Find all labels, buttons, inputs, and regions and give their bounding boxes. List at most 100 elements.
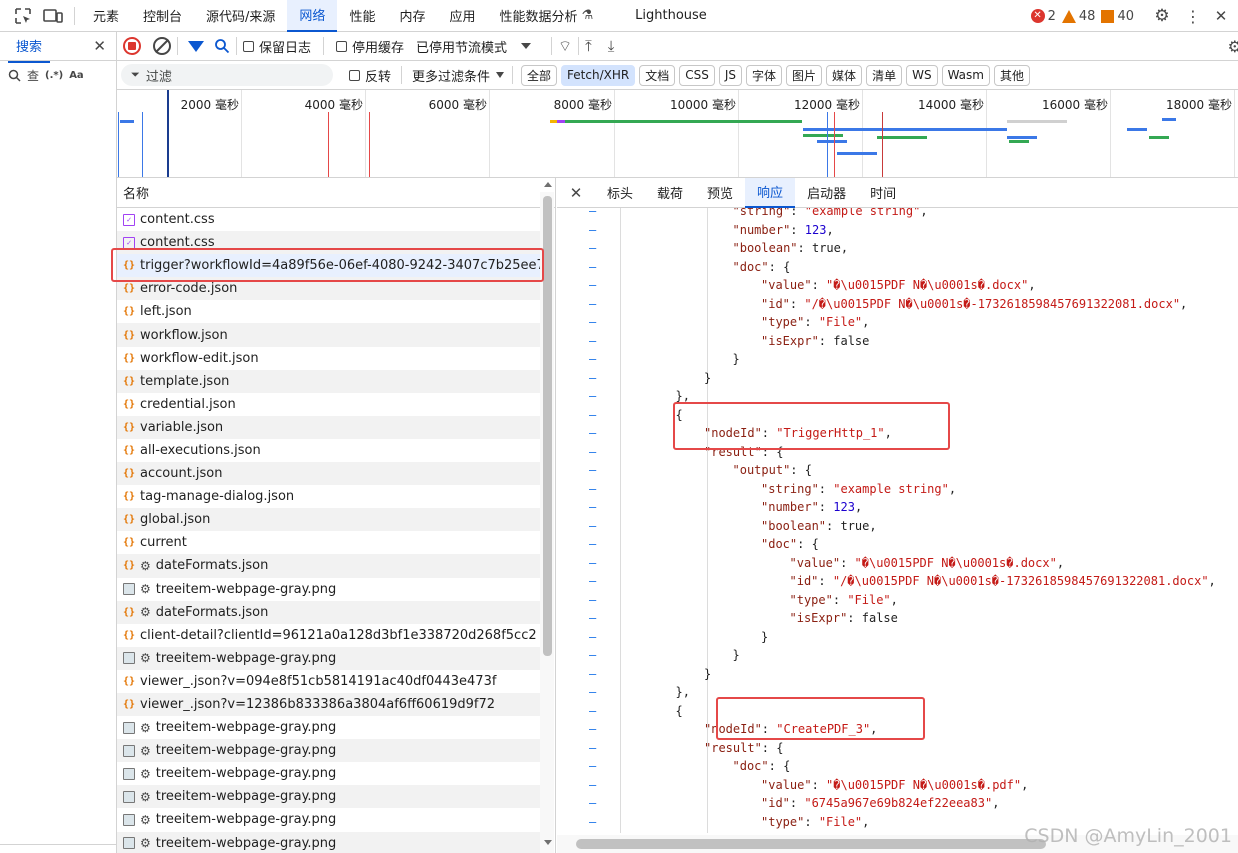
request-row[interactable]: {} template.json xyxy=(117,369,541,393)
filter-chip-7[interactable]: 媒体 xyxy=(826,64,863,86)
filter-input[interactable]: ⏷ 过滤 xyxy=(121,64,333,86)
panel-tab-8[interactable]: Lighthouse xyxy=(623,0,719,32)
request-row[interactable]: {} tag-manage-dialog.json xyxy=(117,485,541,508)
filter-icon[interactable] xyxy=(188,40,204,52)
detail-tab-5[interactable]: 时间 xyxy=(858,178,908,208)
invert-checkbox[interactable]: 反转 xyxy=(349,66,391,85)
close-search-icon[interactable]: ✕ xyxy=(93,37,106,55)
json-token: , xyxy=(1180,296,1188,311)
json-token: "doc" xyxy=(732,759,769,773)
panel-tab-2[interactable]: 源代码/来源 xyxy=(194,0,287,32)
gutter-marker: – xyxy=(589,740,597,755)
search-network-icon[interactable] xyxy=(214,38,230,54)
image-icon xyxy=(123,813,135,826)
request-row[interactable]: {} global.json xyxy=(117,508,541,532)
request-row[interactable]: {} viewer_.json?v=12386b833386a3804af6ff6… xyxy=(117,692,541,717)
request-row[interactable]: {} left.json xyxy=(117,300,541,323)
request-row[interactable]: {} variable.json xyxy=(117,415,541,439)
json-token: "�\u0015PDF N�\u0001s�.docx" xyxy=(826,278,1029,292)
request-row[interactable]: {} ⚙ dateFormats.json xyxy=(117,600,541,624)
more-filters-dropdown[interactable]: 更多过滤条件 xyxy=(412,66,505,85)
clear-icon[interactable] xyxy=(153,37,171,55)
scroll-up-arrow-icon[interactable] xyxy=(544,182,552,187)
preserve-log-checkbox[interactable]: 保留日志 xyxy=(243,37,311,56)
stop-recording-icon[interactable] xyxy=(123,37,141,55)
detail-tab-0[interactable]: 标头 xyxy=(595,178,645,208)
json-token: , xyxy=(1028,278,1036,292)
device-toolbar-icon[interactable] xyxy=(38,1,68,31)
request-list-scroll-thumb[interactable] xyxy=(543,196,552,656)
settings-gear-icon[interactable]: ⚙ xyxy=(1148,1,1176,31)
panel-tab-4[interactable]: 性能 xyxy=(337,0,387,32)
filter-chip-0[interactable]: 全部 xyxy=(521,64,558,86)
errors-count[interactable]: ✕ 2 xyxy=(1030,9,1056,24)
detail-tab-4[interactable]: 启动器 xyxy=(795,178,858,208)
request-row[interactable]: {} workflow-edit.json xyxy=(117,347,541,370)
filter-chip-3[interactable]: CSS xyxy=(679,64,715,86)
request-row[interactable]: ⚙ treeitem-webpage-gray.png xyxy=(117,716,541,739)
throttle-select[interactable]: 已停用节流模式 xyxy=(416,37,532,56)
filter-chip-5[interactable]: 字体 xyxy=(746,64,783,86)
name-column-header[interactable]: 名称 xyxy=(117,178,555,208)
inspect-element-icon[interactable] xyxy=(8,1,38,31)
filter-chip-4[interactable]: JS xyxy=(718,64,743,86)
network-conditions-icon[interactable]: ⌔ xyxy=(558,37,572,56)
fetch-xhr-icon: {} xyxy=(122,675,136,687)
filter-chip-11[interactable]: 其他 xyxy=(993,64,1030,86)
close-detail-icon[interactable]: ✕ xyxy=(557,184,595,202)
detail-tab-2[interactable]: 预览 xyxy=(695,178,745,208)
request-row[interactable]: ✓ content.css xyxy=(117,208,541,231)
filter-chip-9[interactable]: WS xyxy=(906,64,938,86)
request-row[interactable]: {} account.json xyxy=(117,462,541,486)
timeline-request-bar xyxy=(947,128,1007,131)
request-row[interactable]: {} current xyxy=(117,531,541,554)
request-row[interactable]: ⚙ treeitem-webpage-gray.png xyxy=(117,831,541,853)
request-row[interactable]: ⚙ treeitem-webpage-gray.png xyxy=(117,762,541,785)
filter-chip-1[interactable]: Fetch/XHR xyxy=(561,64,636,86)
scroll-down-arrow-icon[interactable] xyxy=(544,840,552,845)
filter-chip-2[interactable]: 文档 xyxy=(639,64,676,86)
panel-tab-6[interactable]: 应用 xyxy=(437,0,487,32)
panel-tab-0[interactable]: 元素 xyxy=(81,0,131,32)
response-hscroll-thumb[interactable] xyxy=(576,839,1046,849)
request-row[interactable]: ⚙ treeitem-webpage-gray.png xyxy=(117,739,541,763)
request-row[interactable]: ⚙ treeitem-webpage-gray.png xyxy=(117,808,541,831)
network-settings-icon[interactable]: ⚙ xyxy=(1228,37,1238,56)
request-row[interactable]: ✓ content.css xyxy=(117,231,541,255)
panel-tab-3[interactable]: 网络 xyxy=(287,0,338,32)
filter-chip-8[interactable]: 清单 xyxy=(866,64,903,86)
timeline-request-bar xyxy=(817,140,847,143)
request-row[interactable]: {} client-detail?clientId=96121a0a128d3bf… xyxy=(117,624,541,647)
request-row[interactable]: {} ⚙ dateFormats.json xyxy=(117,554,541,578)
search-tab[interactable]: 搜索 xyxy=(8,30,51,63)
request-row[interactable]: {} viewer_.json?v=094e8f51cb5814191ac40df… xyxy=(117,670,541,693)
match-case-toggle[interactable]: Aa xyxy=(69,70,84,81)
detail-tab-1[interactable]: 载荷 xyxy=(645,178,695,208)
issues-count[interactable]: 40 xyxy=(1101,9,1134,24)
request-name: workflow.json xyxy=(140,327,228,343)
response-viewer[interactable]: – "string": "example string", – "number": 1… xyxy=(557,208,1238,833)
request-row[interactable]: {} workflow.json xyxy=(117,323,541,347)
export-har-icon[interactable]: ⤓ xyxy=(608,37,615,55)
request-row[interactable]: {} trigger?workflowId=4a89f56e-06ef-4080-… xyxy=(117,254,541,278)
warnings-count[interactable]: 48 xyxy=(1061,9,1095,24)
search-input[interactable]: 查 xyxy=(27,67,39,84)
more-menu-icon[interactable]: ⋮ xyxy=(1182,1,1204,31)
filter-chip-6[interactable]: 图片 xyxy=(786,64,823,86)
request-row[interactable]: ⚙ treeitem-webpage-gray.png xyxy=(117,646,541,670)
import-har-icon[interactable]: ⤒ xyxy=(585,37,592,55)
network-overview-timeline[interactable]: 2000 毫秒 4000 毫秒 6000 毫秒 8000 毫秒 10000 毫秒 1200… xyxy=(117,90,1238,178)
request-row[interactable]: {} credential.json xyxy=(117,393,541,416)
filter-chip-10[interactable]: Wasm xyxy=(941,64,990,86)
panel-tab-5[interactable]: 内存 xyxy=(387,0,437,32)
panel-tab-7[interactable]: 性能数据分析 xyxy=(487,0,581,32)
regex-toggle[interactable]: (.*) xyxy=(45,70,63,81)
request-row[interactable]: ⚙ treeitem-webpage-gray.png xyxy=(117,785,541,809)
request-row[interactable]: {} all-executions.json xyxy=(117,439,541,462)
close-devtools-icon[interactable]: ✕ xyxy=(1210,1,1232,31)
request-row[interactable]: {} error-code.json xyxy=(117,277,541,301)
request-row[interactable]: ⚙ treeitem-webpage-gray.png xyxy=(117,578,541,601)
disable-cache-checkbox[interactable]: 停用缓存 xyxy=(336,37,404,56)
detail-tab-3[interactable]: 响应 xyxy=(745,178,796,208)
panel-tab-1[interactable]: 控制台 xyxy=(131,0,194,32)
